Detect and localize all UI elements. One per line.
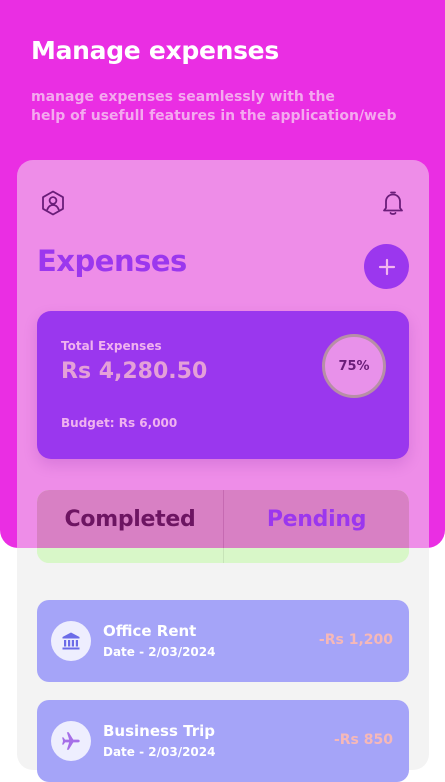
bell-icon: [383, 191, 403, 215]
status-tabs: Completed Pending: [37, 490, 409, 563]
budget-label: Budget: Rs 6,000: [61, 416, 178, 430]
transaction-icon-wrap: [51, 621, 91, 661]
notifications-button[interactable]: [379, 189, 407, 217]
airplane-icon: [62, 732, 80, 750]
transaction-item[interactable]: Office Rent Date - 2/03/2024 -Rs 1,200: [37, 600, 409, 682]
plus-icon: [378, 258, 395, 275]
page-subtitle-line-1: manage expenses seamlessly with the: [31, 89, 335, 105]
total-expenses-label: Total Expenses: [61, 339, 162, 353]
budget-progress-indicator: 75%: [322, 334, 386, 398]
transaction-date: Date - 2/03/2024: [103, 745, 216, 759]
total-expenses-card: Total Expenses Rs 4,280.50 Budget: Rs 6,…: [37, 311, 409, 459]
tab-pending[interactable]: Pending: [224, 490, 409, 548]
tab-completed[interactable]: Completed: [37, 490, 224, 548]
page-title: Manage expenses: [31, 36, 279, 65]
profile-button[interactable]: [39, 189, 67, 217]
transaction-amount: -Rs 850: [333, 732, 393, 748]
transaction-title: Business Trip: [103, 722, 215, 740]
bank-icon: [62, 632, 80, 650]
add-expense-button[interactable]: [364, 244, 409, 289]
total-expenses-amount: Rs 4,280.50: [61, 359, 208, 384]
tab-divider: [223, 548, 224, 563]
page-subtitle: manage expenses seamlessly with the help…: [31, 88, 411, 126]
transaction-title: Office Rent: [103, 622, 197, 640]
expenses-heading: Expenses: [37, 244, 187, 278]
transaction-amount: -Rs 1,200: [318, 632, 393, 648]
page-subtitle-line-2: help of usefull features in the applicat…: [31, 108, 397, 124]
transaction-date: Date - 2/03/2024: [103, 645, 216, 659]
user-hexagon-icon: [42, 190, 64, 216]
transaction-icon-wrap: [51, 721, 91, 761]
